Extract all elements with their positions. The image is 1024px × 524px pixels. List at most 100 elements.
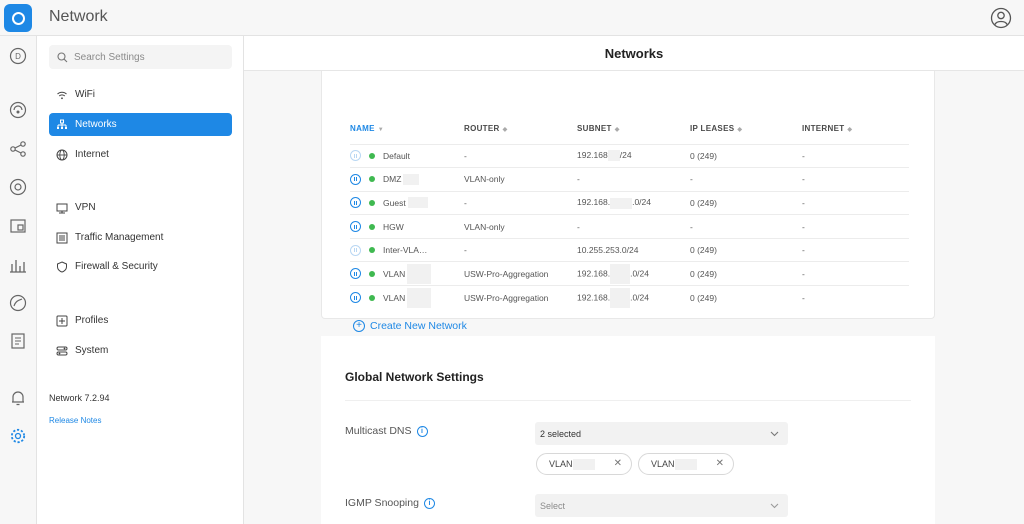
network-type-icon — [350, 268, 361, 280]
table-row[interactable]: HGW VLAN-only - - - — [350, 214, 909, 239]
multicast-dns-label: Multicast DNS i — [345, 425, 428, 437]
sort-caret-icon: ▼ — [377, 126, 385, 133]
nav-item-label: Networks — [75, 119, 117, 130]
info-icon[interactable]: i — [423, 497, 435, 509]
plus-circle-icon: + — [353, 320, 365, 332]
traffic-icon — [56, 232, 68, 244]
ip-leases-cell: 0 (249) — [690, 143, 802, 168]
igmp-snooping-select[interactable]: Select — [535, 494, 788, 517]
networks-table: NAME ▼ ROUTER ◆ SUBNET ◆ IP LEASES ◆ INTERNE… — [350, 113, 909, 310]
table-row[interactable]: VLAN USW-Pro-Aggregation 192.168. .0/24 0… — [350, 285, 909, 310]
chevron-down-icon — [770, 431, 779, 436]
statistics-icon[interactable] — [8, 255, 28, 275]
nav-item-label: VPN — [75, 202, 96, 213]
alerts-icon[interactable] — [8, 388, 28, 408]
clients-icon[interactable] — [8, 177, 28, 197]
remove-chip-icon[interactable]: ✕ — [614, 458, 622, 469]
devices-icon[interactable] — [8, 216, 28, 236]
status-dot — [369, 247, 375, 254]
nav-item-system[interactable]: System — [49, 339, 232, 362]
network-type-icon — [350, 173, 361, 185]
nav-item-internet[interactable]: Internet — [49, 143, 232, 166]
info-icon[interactable]: i — [416, 425, 428, 437]
sort-caret-icon: ◆ — [737, 126, 743, 133]
multicast-dns-select[interactable]: 2 selected — [535, 422, 788, 445]
status-dot — [369, 223, 375, 230]
column-header-name[interactable]: NAME ▼ — [350, 113, 464, 144]
table-row[interactable]: VLAN USW-Pro-Aggregation 192.168. .0/24 0… — [350, 261, 909, 286]
profiles-icon — [56, 315, 68, 327]
chevron-down-icon — [770, 503, 779, 508]
redacted-block — [610, 197, 633, 209]
global-network-settings: Global Network Settings Multicast DNS i … — [321, 336, 935, 524]
selected-chip: VLAN ✕ — [536, 453, 632, 475]
shield-icon — [56, 260, 68, 273]
nav-item-label: Traffic Management — [75, 232, 164, 243]
nav-item-vpn[interactable]: VPN — [49, 196, 232, 219]
redacted-block — [407, 197, 428, 209]
nav-item-label: Internet — [75, 149, 109, 160]
vpn-icon — [56, 202, 68, 214]
network-type-icon — [350, 221, 361, 233]
internet-cell: - — [802, 214, 909, 239]
internet-cell: - — [802, 237, 909, 262]
app-version: Network 7.2.94 — [49, 393, 110, 403]
router-cell: VLAN-only — [464, 214, 577, 239]
igmp-snooping-label: IGMP Snooping i — [345, 497, 435, 509]
settings-icon[interactable] — [8, 426, 28, 446]
nav-item-networks[interactable]: Networks — [49, 113, 232, 136]
network-topology-icon[interactable] — [8, 139, 28, 159]
nav-item-profiles[interactable]: Profiles — [49, 309, 232, 332]
nav-item-firewall-security[interactable]: Firewall & Security — [49, 255, 232, 278]
column-header-router[interactable]: ROUTER ◆ — [464, 113, 577, 144]
redacted-block — [610, 287, 631, 308]
logs-icon[interactable] — [8, 331, 28, 351]
table-row[interactable]: Guest - 192.168. .0/24 0 (249) - — [350, 190, 909, 215]
networks-icon — [56, 119, 68, 131]
subnet-cell: 192.168/24 — [577, 143, 690, 168]
redacted-block — [407, 287, 432, 308]
redacted-block — [572, 458, 595, 470]
table-row[interactable]: DMZ VLAN-only - - - — [350, 167, 909, 192]
user-account-icon[interactable] — [990, 7, 1012, 29]
insights-icon[interactable] — [8, 293, 28, 313]
nav-item-traffic-management[interactable]: Traffic Management — [49, 226, 232, 249]
nav-item-label: WiFi — [75, 89, 95, 100]
search-placeholder: Search Settings — [74, 51, 145, 63]
nav-item-label: System — [75, 345, 109, 356]
wifi-icon — [56, 89, 68, 101]
table-row[interactable]: Default - 192.168/24 0 (249) - — [350, 143, 909, 168]
sort-caret-icon: ◆ — [847, 126, 853, 133]
router-cell: VLAN-only — [464, 167, 577, 192]
unifi-logo-icon[interactable] — [4, 4, 32, 32]
internet-cell: - — [802, 167, 909, 192]
nav-item-wifi[interactable]: WiFi — [49, 83, 232, 106]
search-input[interactable]: Search Settings — [49, 45, 232, 69]
redacted-block — [403, 173, 420, 185]
dashboard-icon[interactable]: D — [8, 46, 28, 66]
ip-leases-cell: 0 (249) — [690, 190, 802, 215]
column-header-ip-leases[interactable]: IP LEASES ◆ — [690, 113, 802, 144]
internet-cell: - — [802, 190, 909, 215]
router-cell: - — [464, 237, 577, 262]
redacted-block — [407, 263, 432, 284]
ip-leases-cell: - — [690, 167, 802, 192]
sort-caret-icon: ◆ — [502, 126, 508, 133]
subnet-cell: - — [577, 214, 690, 239]
release-notes-link[interactable]: Release Notes — [49, 416, 101, 425]
table-row[interactable]: Inter-VLA… - 10.255.253.0/24 0 (249) - — [350, 237, 909, 262]
network-type-icon — [350, 292, 361, 304]
redacted-block — [674, 458, 697, 470]
router-cell: USW-Pro-Aggregation — [464, 285, 577, 310]
topology-icon[interactable] — [8, 100, 28, 120]
network-name: DMZ — [383, 174, 402, 185]
remove-chip-icon[interactable]: ✕ — [716, 458, 724, 469]
redacted-block — [610, 263, 631, 284]
nav-item-label: Firewall & Security — [75, 261, 158, 272]
selected-chip: VLAN ✕ — [638, 453, 734, 475]
column-header-internet[interactable]: INTERNET ◆ — [802, 113, 909, 144]
internet-cell: - — [802, 261, 909, 286]
create-new-network-button[interactable]: + Create New Network — [353, 320, 467, 332]
column-header-subnet[interactable]: SUBNET ◆ — [577, 113, 690, 144]
router-cell: USW-Pro-Aggregation — [464, 261, 577, 286]
